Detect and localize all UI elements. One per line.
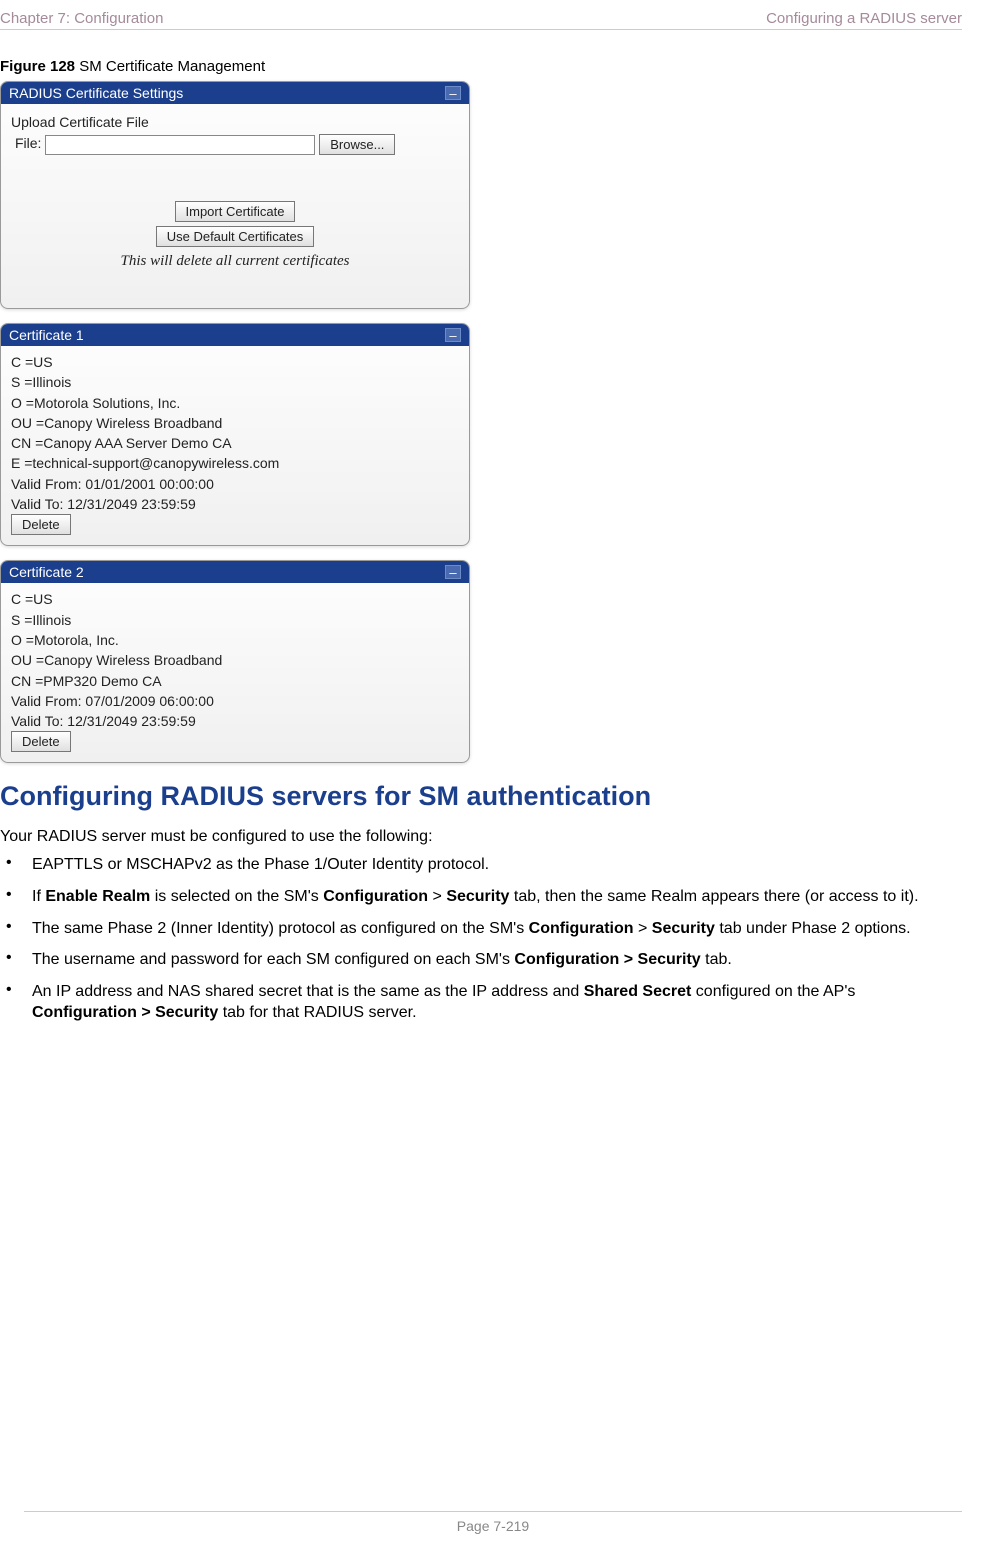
cert-line: E =technical-support@canopywireless.com xyxy=(11,453,459,473)
text-bold: Security xyxy=(652,920,715,937)
bullet-text: An IP address and NAS shared secret that… xyxy=(32,981,962,1024)
browse-button[interactable]: Browse... xyxy=(319,134,395,155)
text-fragment: configured on the AP's xyxy=(691,983,855,1000)
panel-certificate-1: Certificate 1 – C =US S =Illinois O =Mot… xyxy=(0,323,470,546)
list-item: • The username and password for each SM … xyxy=(6,949,962,971)
cert-line: Valid From: 07/01/2009 06:00:00 xyxy=(11,691,459,711)
text-fragment: > xyxy=(428,888,446,905)
panel-radius-settings: RADIUS Certificate Settings – Upload Cer… xyxy=(0,81,470,309)
figure-label-rest: SM Certificate Management xyxy=(75,58,265,75)
panel-body-radius: Upload Certificate File File: Browse... … xyxy=(1,104,469,280)
text-fragment: tab under Phase 2 options. xyxy=(715,920,911,937)
bullet-text: If Enable Realm is selected on the SM's … xyxy=(32,886,962,908)
bullet-icon: • xyxy=(6,886,12,908)
list-item: • EAPTTLS or MSCHAPv2 as the Phase 1/Out… xyxy=(6,854,962,876)
use-default-certificates-button[interactable]: Use Default Certificates xyxy=(156,226,315,247)
heading-configuring-radius: Configuring RADIUS servers for SM authen… xyxy=(0,781,962,812)
file-row: File: Browse... xyxy=(11,134,459,155)
list-item: • The same Phase 2 (Inner Identity) prot… xyxy=(6,918,962,940)
file-label: File: xyxy=(15,135,41,151)
cert-line: Valid To: 12/31/2049 23:59:59 xyxy=(11,494,459,514)
bullet-icon: • xyxy=(6,949,12,971)
cert-line: S =Illinois xyxy=(11,610,459,630)
delete-note: This will delete all current certificate… xyxy=(11,253,459,270)
delete-button[interactable]: Delete xyxy=(11,731,71,752)
panel-body-cert1: C =US S =Illinois O =Motorola Solutions,… xyxy=(1,346,469,545)
panel-title: RADIUS Certificate Settings xyxy=(9,85,183,101)
bullet-text: The same Phase 2 (Inner Identity) protoc… xyxy=(32,918,962,940)
cert-line: OU =Canopy Wireless Broadband xyxy=(11,413,459,433)
text-bold: Configuration xyxy=(323,888,428,905)
bullet-list: • EAPTTLS or MSCHAPv2 as the Phase 1/Out… xyxy=(0,854,962,1024)
header-left: Chapter 7: Configuration xyxy=(0,10,163,27)
cert-line: C =US xyxy=(11,352,459,372)
text-fragment: > xyxy=(634,920,652,937)
text-bold: Security xyxy=(446,888,509,905)
figure-label-bold: Figure 128 xyxy=(0,58,75,75)
page-header: Chapter 7: Configuration Configuring a R… xyxy=(0,10,962,30)
center-buttons: Import Certificate Use Default Certifica… xyxy=(11,201,459,270)
cert-line: Valid To: 12/31/2049 23:59:59 xyxy=(11,711,459,731)
list-item: • If Enable Realm is selected on the SM'… xyxy=(6,886,962,908)
text-fragment: An IP address and NAS shared secret that… xyxy=(32,983,584,1000)
cert-line: C =US xyxy=(11,589,459,609)
intro-text: Your RADIUS server must be configured to… xyxy=(0,828,962,846)
panel-title: Certificate 1 xyxy=(9,327,84,343)
cert-line: O =Motorola, Inc. xyxy=(11,630,459,650)
cert-line: CN =PMP320 Demo CA xyxy=(11,671,459,691)
text-bold: Configuration > Security xyxy=(32,1004,218,1021)
collapse-icon[interactable]: – xyxy=(445,86,461,100)
text-fragment: The same Phase 2 (Inner Identity) protoc… xyxy=(32,920,529,937)
header-right: Configuring a RADIUS server xyxy=(766,10,962,27)
text-bold: Shared Secret xyxy=(584,983,692,1000)
cert-line: OU =Canopy Wireless Broadband xyxy=(11,650,459,670)
figure-caption: Figure 128 SM Certificate Management xyxy=(0,58,962,75)
bullet-text: The username and password for each SM co… xyxy=(32,949,962,971)
bullet-icon: • xyxy=(6,854,12,876)
text-fragment: The username and password for each SM co… xyxy=(32,951,514,968)
bullet-icon: • xyxy=(6,918,12,940)
panel-header-radius: RADIUS Certificate Settings – xyxy=(1,82,469,104)
text-bold: Configuration xyxy=(529,920,634,937)
text-bold: Configuration > Security xyxy=(514,951,700,968)
cert-line: Valid From: 01/01/2001 00:00:00 xyxy=(11,474,459,494)
text-fragment: tab, then the same Realm appears there (… xyxy=(509,888,918,905)
panel-title: Certificate 2 xyxy=(9,564,84,580)
panel-body-cert2: C =US S =Illinois O =Motorola, Inc. OU =… xyxy=(1,583,469,762)
bullet-text: EAPTTLS or MSCHAPv2 as the Phase 1/Outer… xyxy=(32,854,962,876)
page-footer: Page 7-219 xyxy=(24,1511,962,1534)
panel-certificate-2: Certificate 2 – C =US S =Illinois O =Mot… xyxy=(0,560,470,763)
panel-header-cert2: Certificate 2 – xyxy=(1,561,469,583)
cert-line: CN =Canopy AAA Server Demo CA xyxy=(11,433,459,453)
panel-header-cert1: Certificate 1 – xyxy=(1,324,469,346)
bullet-icon: • xyxy=(6,981,12,1024)
text-fragment: tab. xyxy=(701,951,732,968)
text-bold: Enable Realm xyxy=(45,888,150,905)
text-fragment: If xyxy=(32,888,45,905)
cert-line: S =Illinois xyxy=(11,372,459,392)
import-certificate-button[interactable]: Import Certificate xyxy=(175,201,296,222)
upload-label: Upload Certificate File xyxy=(11,114,459,130)
cert-line: O =Motorola Solutions, Inc. xyxy=(11,393,459,413)
text-fragment: tab for that RADIUS server. xyxy=(218,1004,416,1021)
delete-button[interactable]: Delete xyxy=(11,514,71,535)
collapse-icon[interactable]: – xyxy=(445,328,461,342)
list-item: • An IP address and NAS shared secret th… xyxy=(6,981,962,1024)
collapse-icon[interactable]: – xyxy=(445,565,461,579)
file-input[interactable] xyxy=(45,135,315,155)
text-fragment: is selected on the SM's xyxy=(150,888,323,905)
